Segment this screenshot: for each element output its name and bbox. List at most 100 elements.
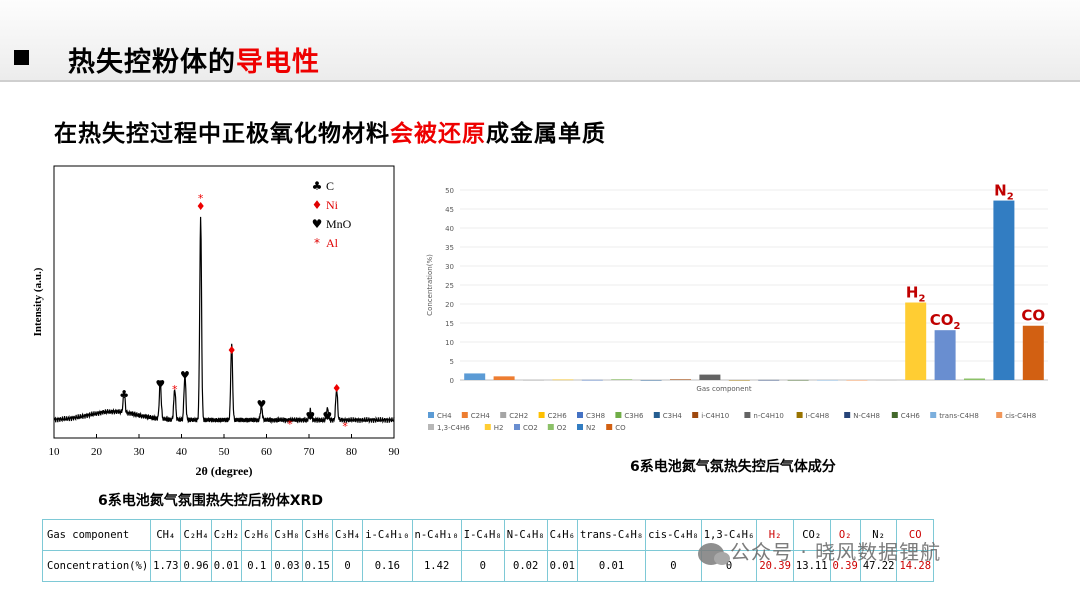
xrd-x-tick-label: 30 (134, 446, 146, 458)
title-highlight: 导电性 (236, 47, 320, 78)
bar-legend-label: C2H6 (548, 412, 568, 420)
bar-legend-swatch (514, 424, 520, 430)
bar-legend-swatch (500, 412, 507, 418)
xrd-peak-marker: ♥ (305, 410, 315, 423)
xrd-peak-marker: ♣ (119, 388, 129, 401)
xrd-peak-marker: ♥ (180, 369, 190, 382)
bar-legend-label: C3H6 (624, 412, 644, 420)
xrd-legend-label: MnO (326, 217, 352, 231)
table-header-cell: Concentration(%) (41, 550, 152, 582)
bar-y-axis-label: Concentration(%) (426, 254, 434, 316)
xrd-peak-marker: * (172, 383, 178, 396)
xrd-peak-marker: ♥ (322, 410, 332, 423)
bar-label-N2: N2 (994, 182, 1014, 203)
bar-legend-swatch (744, 412, 751, 418)
bar-legend-label: I-C4H8 (806, 412, 830, 420)
bar-cis-C4H8 (846, 380, 868, 381)
bar-legend-label: n-C4H10 (753, 412, 783, 420)
bar-y-tick-label: 40 (445, 225, 454, 233)
xrd-x-tick-label: 90 (389, 446, 401, 458)
table-cell-component: trans-C₄H₈ (576, 519, 647, 551)
bar-I-C4H8 (728, 380, 750, 381)
xrd-x-axis-label: 2θ (degree) (195, 464, 252, 478)
bar-C3H8 (581, 379, 603, 381)
table-cell-component: C₃H₆ (301, 519, 333, 551)
bar-legend-swatch (930, 412, 937, 418)
bar-legend-swatch (428, 412, 434, 418)
xrd-x-tick-label: 80 (346, 446, 358, 458)
xrd-x-tick-label: 70 (304, 446, 316, 458)
bar-legend-swatch (796, 412, 803, 418)
bar-legend-label: C4H6 (901, 412, 921, 420)
bar-legend-swatch (547, 424, 554, 430)
bar-CO2 (934, 330, 956, 380)
table-cell-component: n-C₄H₁₀ (411, 519, 462, 551)
subtitle-text-pre: 在热失控过程中正极氧化物材料 (54, 121, 390, 147)
bar-n-C4H10 (699, 374, 721, 380)
bar-legend-label: 1,3-C4H6 (437, 424, 470, 432)
bar-x-axis-label: Gas component (696, 385, 751, 393)
bar-y-tick-label: 50 (445, 187, 454, 195)
table-cell-component: C₂H₂ (210, 519, 243, 551)
bar-legend-label: H2 (494, 424, 504, 432)
table-cell-value: 0.01 (210, 550, 243, 582)
table-cell-value: 0 (645, 550, 702, 582)
xrd-legend-symbol: * (314, 236, 320, 250)
bar-legend-label: CO2 (523, 424, 538, 432)
bar-y-tick-label: 20 (445, 301, 454, 309)
bar-legend-label: C2H2 (509, 412, 528, 420)
xrd-spectrum-line (53, 216, 395, 425)
xrd-x-tick-label: 20 (91, 446, 103, 458)
bar-CH4 (464, 373, 486, 380)
table-cell-value: 0.02 (503, 550, 548, 582)
table-cell-component: C₂H₆ (241, 519, 273, 551)
bar-C3H4 (640, 380, 662, 381)
xrd-peak-marker: ♥ (256, 398, 266, 411)
table-cell-component: CH₄ (150, 519, 182, 551)
table-cell-component: C₂H₄ (180, 519, 212, 551)
bar-legend-label: trans-C4H8 (939, 412, 979, 420)
subtitle-text-post: 成金属单质 (486, 121, 606, 147)
table-cell-component: cis-C₄H₈ (645, 519, 702, 551)
bar-legend-label: N-C4H8 (853, 412, 880, 420)
table-cell-component: N-C₄H₈ (503, 519, 548, 551)
bar-legend-swatch (615, 412, 622, 418)
bar-legend-label: C3H4 (663, 412, 683, 420)
slide-header: 热失控粉体的导电性 (0, 0, 1080, 82)
bar-1,3-C4H6 (875, 380, 897, 381)
xrd-x-tick-label: 40 (176, 446, 188, 458)
bar-trans-C4H8 (817, 379, 838, 381)
table-cell-component: i-C₄H₁₀ (362, 519, 413, 551)
table-cell-value: 1.73 (150, 550, 182, 582)
xrd-peak-marker: * (198, 192, 204, 205)
bar-legend-swatch (428, 424, 434, 430)
xrd-plot-frame (53, 165, 395, 439)
bar-y-tick-label: 45 (445, 206, 454, 214)
table-cell-value: 0.1 (241, 550, 273, 582)
bar-legend-swatch (996, 412, 1003, 418)
bar-N2 (993, 200, 1015, 380)
bar-legend-swatch (653, 412, 660, 418)
xrd-legend-label: Al (326, 236, 339, 250)
bar-legend-swatch (484, 424, 491, 430)
bar-i-C4H10 (670, 379, 691, 380)
bar-legend-label: i-C4H10 (701, 412, 729, 420)
bar-y-tick-label: 30 (445, 263, 454, 271)
bar-label-CO2: CO2 (930, 311, 961, 332)
bar-C2H4 (493, 376, 515, 380)
table-cell-value: 0.01 (546, 550, 578, 582)
bar-legend-swatch (577, 424, 583, 430)
table-cell-component: I-C₄H₈ (460, 519, 505, 551)
xrd-caption: 6系电池氮气氛围热失控后粉体XRD (98, 493, 323, 509)
bar-C3H6 (611, 379, 633, 380)
table-cell-value: 0.96 (180, 550, 212, 582)
bar-legend-label: cis-C4H8 (1005, 412, 1036, 420)
xrd-peak-marker: * (342, 420, 348, 433)
gas-bar-chart: 0 5 10 15 20 25 30 35 40 45 50 Concentration(%) Gas … (426, 182, 1048, 432)
bar-legend-label: N2 (586, 424, 596, 432)
bar-y-tick-label: 35 (445, 244, 454, 252)
table-cell-component: C₃H₈ (271, 519, 303, 551)
xrd-legend-symbol: ♥ (312, 217, 323, 231)
xrd-x-tick-label: 50 (219, 446, 231, 458)
bar-legend-swatch (692, 412, 699, 418)
